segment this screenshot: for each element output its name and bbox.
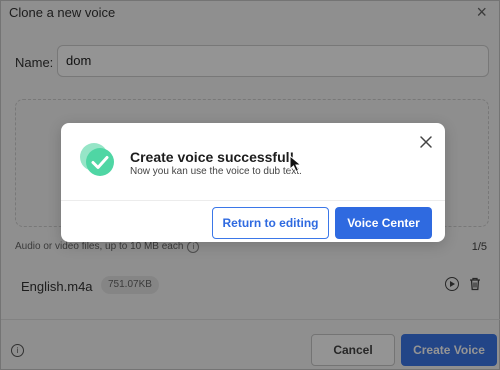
modal-divider bbox=[61, 200, 445, 201]
voice-center-button[interactable]: Voice Center bbox=[335, 207, 432, 239]
modal-title: Create voice successful! bbox=[130, 149, 295, 165]
return-to-editing-button[interactable]: Return to editing bbox=[212, 207, 329, 239]
mouse-cursor-icon bbox=[289, 155, 303, 173]
close-icon[interactable] bbox=[419, 135, 433, 149]
success-modal: Create voice successful! Now you kan use… bbox=[61, 123, 445, 242]
check-circle-icon bbox=[80, 143, 114, 176]
modal-description: Now you kan use the voice to dub text. bbox=[130, 166, 302, 177]
